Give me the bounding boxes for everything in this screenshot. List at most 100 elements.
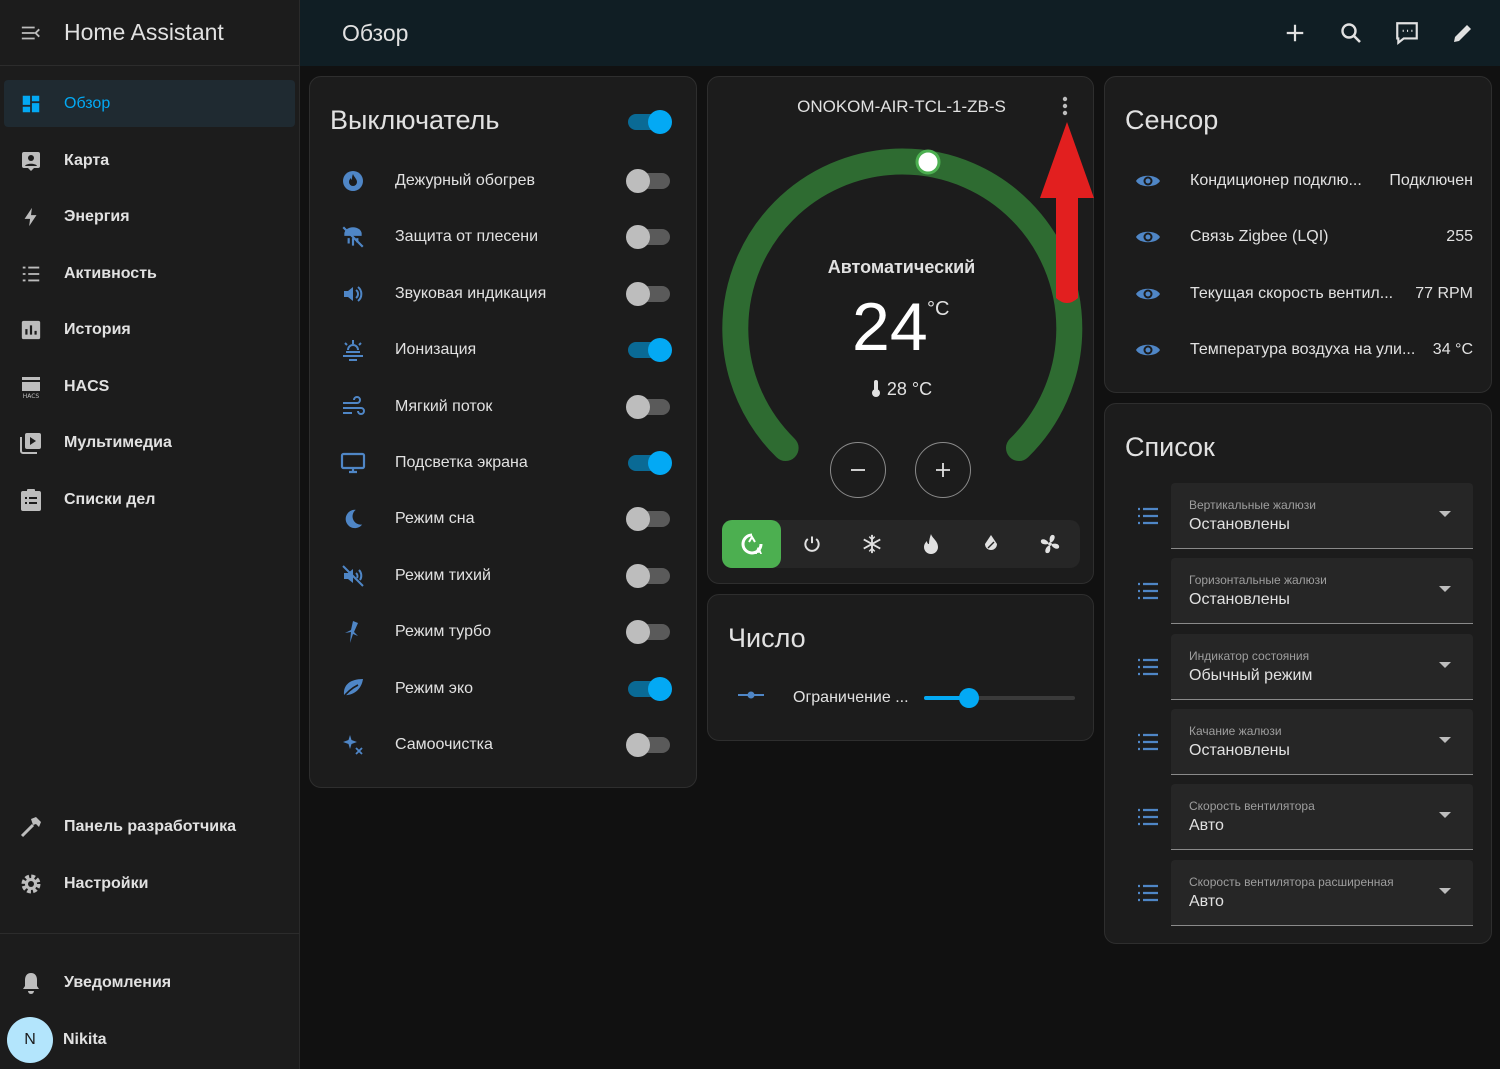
sidebar-item-map[interactable]: Карта [4, 137, 295, 184]
sidebar-item-logbook[interactable]: Активность [4, 250, 295, 297]
toggle-knob [626, 733, 650, 757]
select-value: Авто [1189, 892, 1224, 910]
select-row: Горизонтальные жалюзи Остановлены [1105, 558, 1491, 625]
mode-heat-button[interactable] [901, 520, 960, 568]
leaf-icon [340, 676, 366, 702]
sidebar-item-label: HACS [64, 377, 110, 395]
select-caption: Вертикальные жалюзи [1189, 498, 1316, 512]
switch-toggle[interactable] [628, 451, 672, 475]
switch-toggle[interactable] [626, 281, 670, 306]
sparkles-icon [340, 732, 366, 758]
sidebar-item-label: История [64, 320, 131, 338]
switch-toggle[interactable] [626, 225, 670, 250]
select-dropdown[interactable]: Скорость вентилятора Авто [1171, 784, 1473, 851]
sidebar-item-media[interactable]: Мультимедиа [4, 419, 295, 466]
switch-row: Режим сна [310, 499, 696, 539]
format-list-icon [1135, 503, 1161, 529]
toggle-knob [626, 225, 650, 250]
limit-slider[interactable] [924, 688, 1075, 708]
select-dropdown[interactable]: Вертикальные жалюзи Остановлены [1171, 483, 1473, 549]
switch-toggle[interactable] [626, 563, 670, 588]
add-button[interactable] [1282, 18, 1308, 48]
switch-row: Режим турбо [310, 612, 696, 652]
sidebar-item-history[interactable]: История [4, 306, 295, 353]
current-temperature: 28 °C [708, 379, 1095, 400]
target-temperature: 24 [852, 289, 928, 365]
sensor-label: Текущая скорость вентил... [1190, 284, 1394, 302]
select-dropdown[interactable]: Качание жалюзи Остановлены [1171, 708, 1473, 775]
ionization-icon [340, 337, 366, 363]
switch-label: Режим тихий [395, 566, 491, 584]
fire-circle-icon [340, 168, 366, 194]
mode-fan-button[interactable] [1020, 520, 1079, 568]
sensor-card: Сенсор Кондиционер подклю... Подключен Свя… [1104, 76, 1492, 393]
switch-toggle[interactable] [626, 507, 670, 532]
clipboard-list-icon [19, 488, 43, 512]
sensor-label: Кондиционер подклю... [1190, 172, 1362, 189]
select-dropdown[interactable]: Горизонтальные жалюзи Остановлены [1171, 558, 1473, 625]
switch-row: Звуковая индикация [310, 274, 696, 314]
slider-knob[interactable] [959, 688, 980, 708]
switch-toggle[interactable] [628, 676, 672, 701]
sensor-row[interactable]: Связь Zigbee (LQI) 255 [1105, 217, 1491, 257]
sidebar-item-notifications[interactable]: Уведомления [4, 959, 295, 1006]
switch-toggle[interactable] [626, 733, 670, 757]
pencil-icon [1454, 25, 1471, 42]
switch-toggle[interactable] [626, 394, 670, 419]
chevron-down-icon [1439, 586, 1451, 593]
sidebar-item-settings[interactable]: Настройки [4, 860, 295, 907]
select-dropdown[interactable]: Скорость вентилятора расширенная Авто [1171, 859, 1473, 926]
auto-icon: A [741, 533, 762, 556]
switch-row: Защита от плесени [310, 217, 696, 257]
switch-toggle[interactable] [626, 169, 670, 193]
toggle-knob [648, 676, 672, 701]
sensor-row[interactable]: Температура воздуха на ули... 34 °C [1105, 330, 1491, 370]
search-button[interactable] [1338, 18, 1364, 48]
sidebar-item-profile[interactable]: N Nikita [4, 1016, 295, 1063]
sidebar-header: Home Assistant [0, 0, 299, 66]
switch-row: Подсветка экрана [310, 443, 696, 483]
switch-toggle[interactable] [628, 338, 672, 363]
assist-button[interactable] [1394, 18, 1420, 48]
soft-wind-icon [340, 394, 366, 420]
mode-auto-button[interactable]: A [722, 520, 781, 568]
switch-toggle[interactable] [626, 620, 670, 645]
sensor-row[interactable]: Текущая скорость вентил... 77 RPM [1105, 274, 1491, 314]
decrease-temperature-button[interactable] [830, 442, 886, 498]
switch-row: Дежурный обогрев [310, 161, 696, 201]
hacs-icon: HACS [19, 375, 43, 400]
mode-cool-button[interactable] [842, 520, 901, 568]
sidebar-item-energy[interactable]: Энергия [4, 193, 295, 240]
sidebar: Home Assistant Обзор Карта Энергия Актив… [0, 0, 300, 1069]
select-row: Скорость вентилятора Авто [1105, 784, 1491, 851]
select-dropdown[interactable]: Индикатор состояния Обычный режим [1171, 633, 1473, 700]
select-caption: Горизонтальные жалюзи [1189, 573, 1327, 588]
sidebar-item-hacs[interactable]: HACS HACS [4, 363, 295, 410]
number-label: Ограничение ... [793, 689, 909, 706]
card-title: Число [728, 623, 806, 653]
dial-handle [915, 149, 941, 175]
menu-icon[interactable] [20, 22, 42, 44]
sidebar-item-developer-tools[interactable]: Панель разработчика [4, 803, 295, 850]
chevron-down-icon [1439, 661, 1451, 668]
increase-temperature-button[interactable] [915, 442, 971, 498]
select-caption: Качание жалюзи [1189, 723, 1282, 738]
sidebar-item-overview[interactable]: Обзор [4, 80, 295, 127]
master-toggle[interactable] [628, 110, 672, 134]
mode-off-button[interactable] [782, 520, 841, 568]
sidebar-item-todo[interactable]: Списки дел [4, 476, 295, 523]
select-row: Индикатор состояния Обычный режим [1105, 633, 1491, 700]
ray-vertex-icon [737, 688, 765, 704]
sensor-value: 34 °C [1432, 341, 1473, 359]
edit-dashboard-button[interactable] [1450, 18, 1476, 48]
sensor-row[interactable]: Кондиционер подклю... Подключен [1105, 161, 1491, 201]
cog-icon [19, 872, 43, 896]
toggle-knob [626, 169, 650, 193]
switch-label: Защита от плесени [395, 228, 539, 246]
mode-dry-button[interactable] [961, 520, 1020, 568]
toggle-knob [626, 394, 650, 419]
fan-icon [1040, 534, 1059, 554]
avatar: N [7, 1016, 53, 1063]
toggle-knob [626, 620, 650, 645]
current-temperature-value: 28 °C [886, 379, 933, 399]
